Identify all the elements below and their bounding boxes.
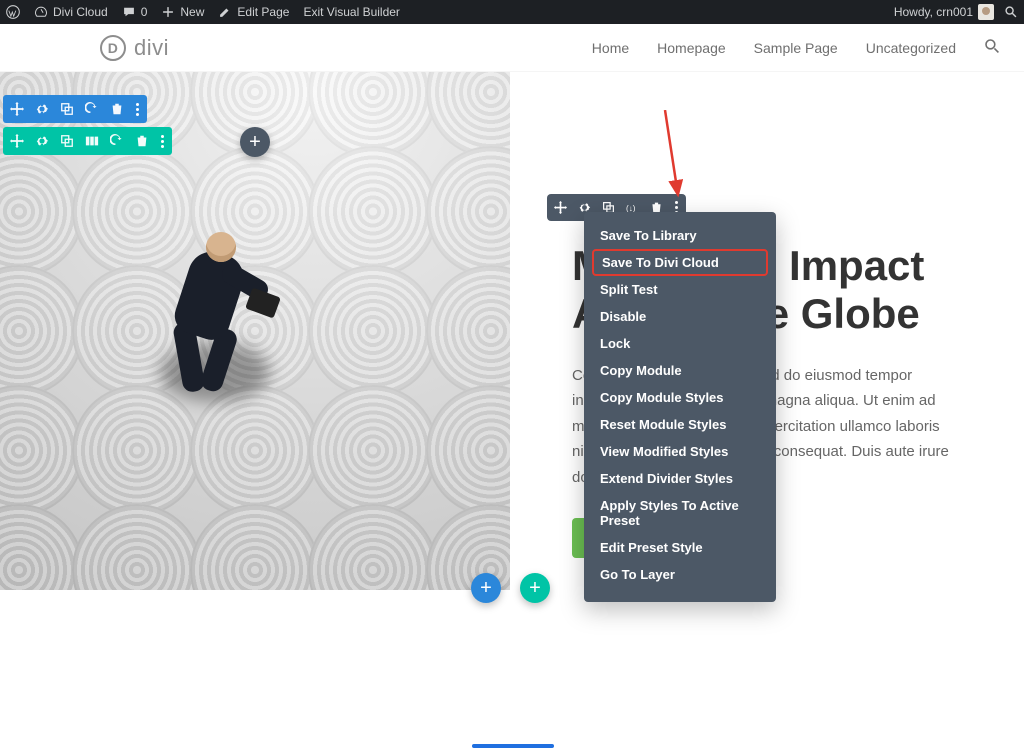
plus-icon [161, 5, 175, 19]
gauge-icon [34, 5, 48, 19]
edit-page-text: Edit Page [237, 5, 289, 19]
move-icon[interactable] [553, 200, 568, 215]
save-icon[interactable] [109, 133, 125, 149]
move-icon[interactable] [9, 133, 25, 149]
gear-icon[interactable] [34, 101, 50, 117]
site-name-text: Divi Cloud [53, 5, 108, 19]
ctx-item-disable[interactable]: Disable [584, 303, 776, 330]
site-name-link[interactable]: Divi Cloud [34, 5, 108, 19]
ctx-item-save-to-library[interactable]: Save To Library [584, 222, 776, 249]
blue-divider [472, 744, 554, 748]
add-section-button[interactable]: + [471, 573, 501, 603]
logo-text: divi [134, 35, 169, 61]
nav-home[interactable]: Home [592, 40, 629, 56]
move-icon[interactable] [9, 101, 25, 117]
builder-canvas: Making an Impact Across the Globe Consec… [0, 72, 1024, 703]
duplicate-icon[interactable] [59, 101, 75, 117]
ctx-item-copy-module-styles[interactable]: Copy Module Styles [584, 384, 776, 411]
ctx-item-edit-preset-style[interactable]: Edit Preset Style [584, 534, 776, 561]
nav-search-button[interactable] [984, 38, 1000, 57]
section-toolbar[interactable] [3, 95, 147, 123]
kebab-icon[interactable] [134, 103, 141, 116]
ctx-item-extend-divider-styles[interactable]: Extend Divider Styles [584, 465, 776, 492]
wp-logo[interactable] [6, 5, 20, 19]
nav-uncategorized[interactable]: Uncategorized [866, 40, 956, 56]
trash-icon[interactable] [109, 101, 125, 117]
ctx-item-lock[interactable]: Lock [584, 330, 776, 357]
nav-sample[interactable]: Sample Page [754, 40, 838, 56]
ctx-item-go-to-layer[interactable]: Go To Layer [584, 561, 776, 588]
ctx-item-view-modified-styles[interactable]: View Modified Styles [584, 438, 776, 465]
trash-icon[interactable] [134, 133, 150, 149]
howdy-text: Howdy, crn001 [894, 5, 973, 19]
walking-man-illustration [150, 232, 270, 402]
row-toolbar[interactable] [3, 127, 172, 155]
module-context-menu: Save To LibrarySave To Divi CloudSplit T… [584, 212, 776, 602]
exit-vb-text: Exit Visual Builder [303, 5, 400, 19]
new-text: New [180, 5, 204, 19]
site-logo[interactable]: D divi [100, 35, 169, 61]
site-header: D divi Home Homepage Sample Page Uncateg… [0, 24, 1024, 72]
ctx-item-reset-module-styles[interactable]: Reset Module Styles [584, 411, 776, 438]
wordpress-icon [6, 5, 20, 19]
avatar [978, 4, 994, 20]
divi-logo-icon: D [100, 35, 126, 61]
gear-icon[interactable] [34, 133, 50, 149]
howdy-link[interactable]: Howdy, crn001 [894, 4, 994, 20]
comment-icon [122, 5, 136, 19]
edit-page-link[interactable]: Edit Page [218, 5, 289, 19]
ctx-item-save-to-divi-cloud[interactable]: Save To Divi Cloud [592, 249, 768, 276]
comments-link[interactable]: 0 [122, 5, 148, 19]
wp-search[interactable] [1004, 5, 1018, 19]
add-module-button[interactable]: + [240, 127, 270, 157]
comments-count: 0 [141, 5, 148, 19]
kebab-icon[interactable] [159, 135, 166, 148]
ctx-item-split-test[interactable]: Split Test [584, 276, 776, 303]
pencil-icon [218, 5, 232, 19]
primary-nav: Home Homepage Sample Page Uncategorized [592, 38, 1000, 57]
duplicate-icon[interactable] [59, 133, 75, 149]
wp-admin-bar: Divi Cloud 0 New Edit Page Exit Visual B… [0, 0, 1024, 24]
columns-icon[interactable] [84, 133, 100, 149]
save-icon[interactable] [84, 101, 100, 117]
search-icon [1004, 5, 1018, 19]
nav-homepage[interactable]: Homepage [657, 40, 726, 56]
add-row-button[interactable]: + [520, 573, 550, 603]
exit-visual-builder-link[interactable]: Exit Visual Builder [303, 5, 400, 19]
ctx-item-copy-module[interactable]: Copy Module [584, 357, 776, 384]
ctx-item-apply-styles-to-active-preset[interactable]: Apply Styles To Active Preset [584, 492, 776, 534]
new-link[interactable]: New [161, 5, 204, 19]
